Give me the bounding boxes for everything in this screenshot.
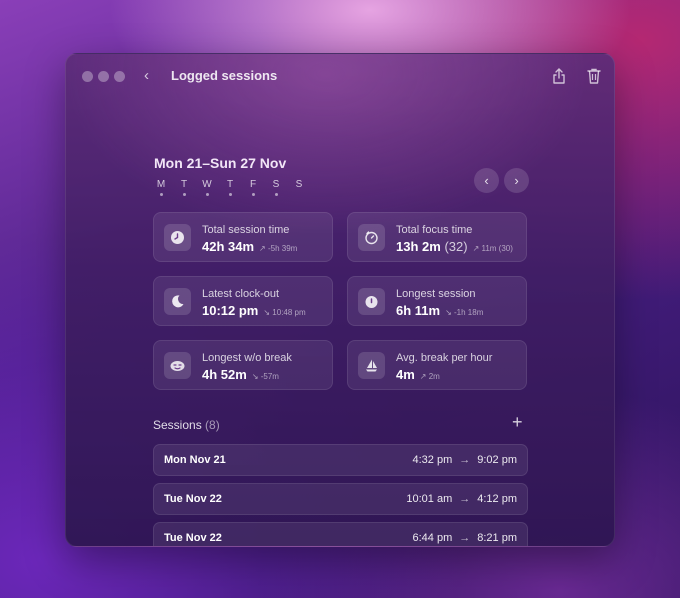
back-chevron-icon[interactable]: ‹	[144, 67, 149, 84]
session-date: Mon Nov 21	[164, 454, 226, 466]
stat-trend: ↘ 10:48 pm	[263, 308, 306, 317]
trash-icon[interactable]	[585, 67, 603, 85]
chevron-left-icon: ‹	[484, 173, 489, 188]
stat-label: Longest w/o break	[202, 352, 292, 364]
day-label: F	[249, 179, 257, 190]
share-icon[interactable]	[550, 67, 568, 85]
arrow-right-icon: →	[459, 532, 471, 544]
stat-value-row: 6h 11m ↘ -1h 18m	[396, 303, 483, 318]
stat-label: Latest clock-out	[202, 288, 280, 300]
day-dot	[251, 193, 255, 196]
session-times: 10:01 am → 4:12 pm	[406, 493, 517, 505]
stat-value-row: 13h 2m (32) ↗ 11m (30)	[396, 239, 513, 254]
week-range: Mon 21–Sun 27 Nov	[154, 155, 287, 171]
sessions-count: (8)	[205, 418, 220, 432]
stat-value-row: 4m ↗ 2m	[396, 367, 440, 382]
stat-label: Total session time	[202, 224, 290, 236]
add-session-button[interactable]: +	[512, 412, 523, 433]
session-start: 6:44 pm	[412, 532, 453, 544]
session-start: 4:32 pm	[412, 454, 453, 466]
titlebar: ‹ Logged sessions	[66, 54, 614, 98]
day-dot	[205, 193, 209, 196]
session-times: 6:44 pm → 8:21 pm	[413, 532, 518, 544]
session-start: 10:01 am	[406, 493, 453, 505]
stat-count: (32)	[444, 239, 468, 254]
stat-value: 10:12 pm	[202, 303, 259, 318]
session-end: 9:02 pm	[477, 454, 517, 466]
stat-card-avg-break-per-hour: Avg. break per hour 4m ↗ 2m	[347, 340, 527, 390]
stat-value-row: 10:12 pm ↘ 10:48 pm	[202, 303, 306, 318]
stat-value-row: 42h 34m ↗ -5h 39m	[202, 239, 297, 254]
stat-value: 42h 34m	[202, 239, 255, 254]
sessions-title: Sessions	[153, 418, 202, 432]
stat-trend: ↘ -1h 18m	[445, 308, 484, 317]
day-label: T	[180, 179, 188, 190]
sessions-header: Sessions (8)	[153, 418, 220, 432]
day-sun[interactable]: S	[292, 179, 306, 190]
sailboat-icon	[358, 352, 385, 379]
stat-value: 6h 11m	[396, 303, 441, 318]
day-label: W	[202, 179, 212, 190]
arrow-right-icon: →	[459, 454, 471, 466]
stat-value: 13h 2m	[396, 239, 441, 254]
plus-icon: +	[512, 412, 523, 432]
stat-trend: ↗ -5h 39m	[259, 244, 298, 253]
stat-trend: ↗ 2m	[419, 372, 440, 381]
previous-week-button[interactable]: ‹	[474, 168, 499, 193]
session-end: 8:21 pm	[477, 532, 517, 544]
day-dot	[228, 193, 232, 196]
session-times: 4:32 pm → 9:02 pm	[413, 454, 518, 466]
timer-icon	[358, 224, 385, 251]
day-mon[interactable]: M	[154, 179, 168, 196]
stat-label: Total focus time	[396, 224, 473, 236]
stat-label: Avg. break per hour	[396, 352, 493, 364]
moon-icon	[164, 288, 191, 315]
window-zoom-button[interactable]	[114, 71, 125, 82]
stat-trend: ↘ -57m	[251, 372, 279, 381]
stat-card-longest-without-break: Longest w/o break 4h 52m ↘ -57m	[153, 340, 333, 390]
stopwatch-icon	[358, 288, 385, 315]
window-minimize-button[interactable]	[98, 71, 109, 82]
session-end: 4:12 pm	[477, 493, 517, 505]
stat-card-total-session-time: Total session time 42h 34m ↗ -5h 39m	[153, 212, 333, 262]
session-row[interactable]: Tue Nov 22 6:44 pm → 8:21 pm	[153, 522, 528, 546]
stat-value: 4m	[396, 367, 415, 382]
session-date: Tue Nov 22	[164, 493, 222, 505]
logged-sessions-window: ‹ Logged sessions Mon 21–Sun 27 Nov M T …	[65, 53, 615, 547]
session-row[interactable]: Mon Nov 21 4:32 pm → 9:02 pm	[153, 444, 528, 476]
day-fri[interactable]: F	[246, 179, 260, 196]
session-row[interactable]: Tue Nov 22 10:01 am → 4:12 pm	[153, 483, 528, 515]
day-label: S	[295, 179, 303, 190]
clock-icon	[164, 224, 191, 251]
stat-trend: ↗ 11m (30)	[472, 244, 513, 253]
stat-card-longest-session: Longest session 6h 11m ↘ -1h 18m	[347, 276, 527, 326]
day-tue[interactable]: T	[177, 179, 191, 196]
day-label: M	[156, 179, 166, 190]
window-close-button[interactable]	[82, 71, 93, 82]
stat-value: 4h 52m	[202, 367, 247, 382]
next-week-button[interactable]: ›	[504, 168, 529, 193]
session-date: Tue Nov 22	[164, 532, 222, 544]
day-dot	[159, 193, 163, 196]
stat-label: Longest session	[396, 288, 476, 300]
stat-card-total-focus-time: Total focus time 13h 2m (32) ↗ 11m (30)	[347, 212, 527, 262]
day-dot	[274, 193, 278, 196]
tired-icon	[164, 352, 191, 379]
stat-card-latest-clock-out: Latest clock-out 10:12 pm ↘ 10:48 pm	[153, 276, 333, 326]
day-label: S	[272, 179, 280, 190]
day-label: T	[226, 179, 234, 190]
arrow-right-icon: →	[459, 493, 471, 505]
day-wed[interactable]: W	[200, 179, 214, 196]
day-thu[interactable]: T	[223, 179, 237, 196]
chevron-right-icon: ›	[514, 173, 519, 188]
day-sat[interactable]: S	[269, 179, 283, 196]
stat-value-row: 4h 52m ↘ -57m	[202, 367, 279, 382]
day-dot	[182, 193, 186, 196]
window-title: Logged sessions	[171, 68, 278, 83]
